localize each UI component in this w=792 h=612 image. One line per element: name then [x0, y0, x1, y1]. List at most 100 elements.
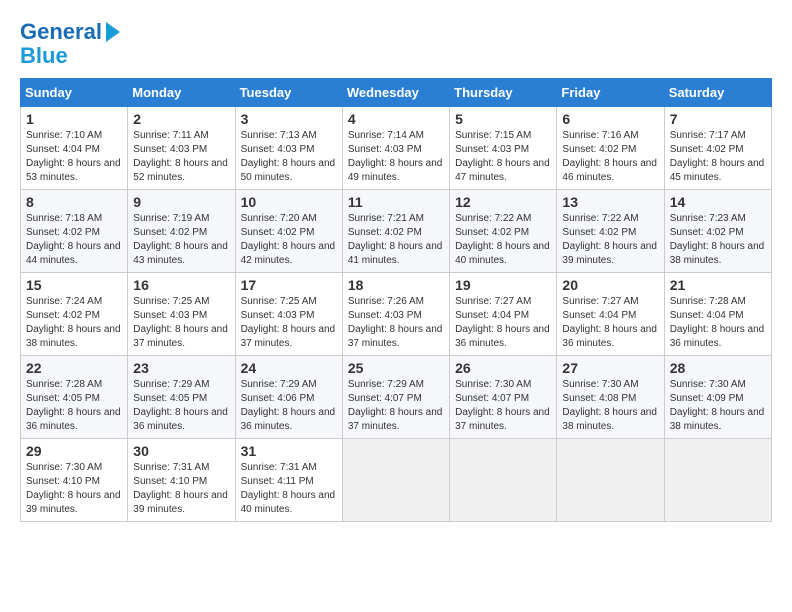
- calendar-cell: 2 Sunrise: 7:11 AMSunset: 4:03 PMDaylight…: [128, 107, 235, 190]
- calendar-cell: 16 Sunrise: 7:25 AMSunset: 4:03 PMDayligh…: [128, 273, 235, 356]
- calendar-cell: 27 Sunrise: 7:30 AMSunset: 4:08 PMDayligh…: [557, 356, 664, 439]
- calendar-cell: [450, 439, 557, 522]
- day-info: Sunrise: 7:16 AMSunset: 4:02 PMDaylight:…: [562, 129, 658, 185]
- day-number: 17: [241, 277, 337, 293]
- day-info: Sunrise: 7:22 AMSunset: 4:02 PMDaylight:…: [562, 212, 658, 268]
- day-info: Sunrise: 7:27 AMSunset: 4:04 PMDaylight:…: [562, 295, 658, 351]
- week-row-5: 29Sunrise: 7:30 AMSunset: 4:10 PMDayligh…: [21, 439, 772, 522]
- calendar-cell: 21Sunrise: 7:28 AMSunset: 4:04 PMDayligh…: [664, 273, 771, 356]
- day-number: 16: [133, 277, 229, 293]
- day-info: Sunrise: 7:25 AMSunset: 4:03 PMDaylight:…: [241, 295, 337, 351]
- calendar-cell: 26 Sunrise: 7:30 AMSunset: 4:07 PMDayligh…: [450, 356, 557, 439]
- day-number: 20: [562, 277, 658, 293]
- day-info: Sunrise: 7:24 AMSunset: 4:02 PMDaylight:…: [26, 295, 122, 351]
- day-info: Sunrise: 7:11 AMSunset: 4:03 PMDaylight:…: [133, 129, 229, 185]
- calendar-cell: 6 Sunrise: 7:16 AMSunset: 4:02 PMDaylight…: [557, 107, 664, 190]
- day-info: Sunrise: 7:30 AMSunset: 4:09 PMDaylight:…: [670, 378, 766, 434]
- day-number: 3: [241, 111, 337, 127]
- day-number: 4: [348, 111, 444, 127]
- day-info: Sunrise: 7:26 AMSunset: 4:03 PMDaylight:…: [348, 295, 444, 351]
- logo-arrow-icon: [106, 22, 120, 42]
- week-row-3: 15 Sunrise: 7:24 AMSunset: 4:02 PMDayligh…: [21, 273, 772, 356]
- day-info: Sunrise: 7:30 AMSunset: 4:07 PMDaylight:…: [455, 378, 551, 434]
- day-number: 26: [455, 360, 551, 376]
- day-info: Sunrise: 7:28 AMSunset: 4:04 PMDaylight:…: [670, 295, 766, 351]
- day-info: Sunrise: 7:10 AMSunset: 4:04 PMDaylight:…: [26, 129, 122, 185]
- day-number: 28: [670, 360, 766, 376]
- day-info: Sunrise: 7:14 AMSunset: 4:03 PMDaylight:…: [348, 129, 444, 185]
- day-info: Sunrise: 7:22 AMSunset: 4:02 PMDaylight:…: [455, 212, 551, 268]
- calendar-cell: 9Sunrise: 7:19 AMSunset: 4:02 PMDaylight…: [128, 190, 235, 273]
- day-number: 9: [133, 194, 229, 210]
- day-number: 11: [348, 194, 444, 210]
- day-info: Sunrise: 7:29 AMSunset: 4:05 PMDaylight:…: [133, 378, 229, 434]
- calendar-cell: 1 Sunrise: 7:10 AMSunset: 4:04 PMDaylight…: [21, 107, 128, 190]
- calendar-cell: 19Sunrise: 7:27 AMSunset: 4:04 PMDayligh…: [450, 273, 557, 356]
- header-cell-friday: Friday: [557, 79, 664, 107]
- day-number: 8: [26, 194, 122, 210]
- header-cell-wednesday: Wednesday: [342, 79, 449, 107]
- calendar-cell: 28 Sunrise: 7:30 AMSunset: 4:09 PMDayligh…: [664, 356, 771, 439]
- day-info: Sunrise: 7:31 AMSunset: 4:11 PMDaylight:…: [241, 461, 337, 517]
- header-cell-saturday: Saturday: [664, 79, 771, 107]
- calendar-cell: 10 Sunrise: 7:20 AMSunset: 4:02 PMDayligh…: [235, 190, 342, 273]
- day-number: 27: [562, 360, 658, 376]
- logo-blue-text: Blue: [20, 44, 68, 68]
- calendar-cell: 12 Sunrise: 7:22 AMSunset: 4:02 PMDayligh…: [450, 190, 557, 273]
- calendar-cell: [342, 439, 449, 522]
- header-cell-thursday: Thursday: [450, 79, 557, 107]
- day-info: Sunrise: 7:21 AMSunset: 4:02 PMDaylight:…: [348, 212, 444, 268]
- day-info: Sunrise: 7:27 AMSunset: 4:04 PMDaylight:…: [455, 295, 551, 351]
- header-cell-tuesday: Tuesday: [235, 79, 342, 107]
- calendar-cell: 8 Sunrise: 7:18 AMSunset: 4:02 PMDaylight…: [21, 190, 128, 273]
- day-number: 30: [133, 443, 229, 459]
- week-row-1: 1 Sunrise: 7:10 AMSunset: 4:04 PMDaylight…: [21, 107, 772, 190]
- day-info: Sunrise: 7:20 AMSunset: 4:02 PMDaylight:…: [241, 212, 337, 268]
- calendar-cell: 14Sunrise: 7:23 AMSunset: 4:02 PMDayligh…: [664, 190, 771, 273]
- header-cell-sunday: Sunday: [21, 79, 128, 107]
- calendar-cell: 13Sunrise: 7:22 AMSunset: 4:02 PMDayligh…: [557, 190, 664, 273]
- calendar-cell: 29Sunrise: 7:30 AMSunset: 4:10 PMDayligh…: [21, 439, 128, 522]
- calendar-cell: 20 Sunrise: 7:27 AMSunset: 4:04 PMDayligh…: [557, 273, 664, 356]
- calendar-cell: 5 Sunrise: 7:15 AMSunset: 4:03 PMDaylight…: [450, 107, 557, 190]
- day-number: 12: [455, 194, 551, 210]
- day-number: 31: [241, 443, 337, 459]
- day-info: Sunrise: 7:15 AMSunset: 4:03 PMDaylight:…: [455, 129, 551, 185]
- day-number: 7: [670, 111, 766, 127]
- day-number: 18: [348, 277, 444, 293]
- day-info: Sunrise: 7:31 AMSunset: 4:10 PMDaylight:…: [133, 461, 229, 517]
- day-info: Sunrise: 7:13 AMSunset: 4:03 PMDaylight:…: [241, 129, 337, 185]
- day-number: 15: [26, 277, 122, 293]
- logo-text: General: [20, 20, 102, 44]
- day-info: Sunrise: 7:28 AMSunset: 4:05 PMDaylight:…: [26, 378, 122, 434]
- calendar-cell: 7 Sunrise: 7:17 AMSunset: 4:02 PMDaylight…: [664, 107, 771, 190]
- calendar-cell: 25Sunrise: 7:29 AMSunset: 4:07 PMDayligh…: [342, 356, 449, 439]
- calendar-cell: 24 Sunrise: 7:29 AMSunset: 4:06 PMDayligh…: [235, 356, 342, 439]
- calendar-cell: 11 Sunrise: 7:21 AMSunset: 4:02 PMDayligh…: [342, 190, 449, 273]
- day-info: Sunrise: 7:25 AMSunset: 4:03 PMDaylight:…: [133, 295, 229, 351]
- calendar-cell: 17 Sunrise: 7:25 AMSunset: 4:03 PMDayligh…: [235, 273, 342, 356]
- day-number: 2: [133, 111, 229, 127]
- day-number: 5: [455, 111, 551, 127]
- header-cell-monday: Monday: [128, 79, 235, 107]
- calendar-cell: [557, 439, 664, 522]
- day-info: Sunrise: 7:29 AMSunset: 4:07 PMDaylight:…: [348, 378, 444, 434]
- day-number: 10: [241, 194, 337, 210]
- calendar-table: SundayMondayTuesdayWednesdayThursdayFrid…: [20, 78, 772, 522]
- calendar-cell: [664, 439, 771, 522]
- calendar-cell: 22Sunrise: 7:28 AMSunset: 4:05 PMDayligh…: [21, 356, 128, 439]
- week-row-4: 22Sunrise: 7:28 AMSunset: 4:05 PMDayligh…: [21, 356, 772, 439]
- day-number: 24: [241, 360, 337, 376]
- day-info: Sunrise: 7:30 AMSunset: 4:08 PMDaylight:…: [562, 378, 658, 434]
- calendar-cell: 23Sunrise: 7:29 AMSunset: 4:05 PMDayligh…: [128, 356, 235, 439]
- day-number: 6: [562, 111, 658, 127]
- day-number: 14: [670, 194, 766, 210]
- calendar-cell: 18 Sunrise: 7:26 AMSunset: 4:03 PMDayligh…: [342, 273, 449, 356]
- day-info: Sunrise: 7:17 AMSunset: 4:02 PMDaylight:…: [670, 129, 766, 185]
- day-number: 1: [26, 111, 122, 127]
- day-info: Sunrise: 7:29 AMSunset: 4:06 PMDaylight:…: [241, 378, 337, 434]
- calendar-cell: 4 Sunrise: 7:14 AMSunset: 4:03 PMDaylight…: [342, 107, 449, 190]
- week-row-2: 8 Sunrise: 7:18 AMSunset: 4:02 PMDaylight…: [21, 190, 772, 273]
- header-row: SundayMondayTuesdayWednesdayThursdayFrid…: [21, 79, 772, 107]
- day-info: Sunrise: 7:18 AMSunset: 4:02 PMDaylight:…: [26, 212, 122, 268]
